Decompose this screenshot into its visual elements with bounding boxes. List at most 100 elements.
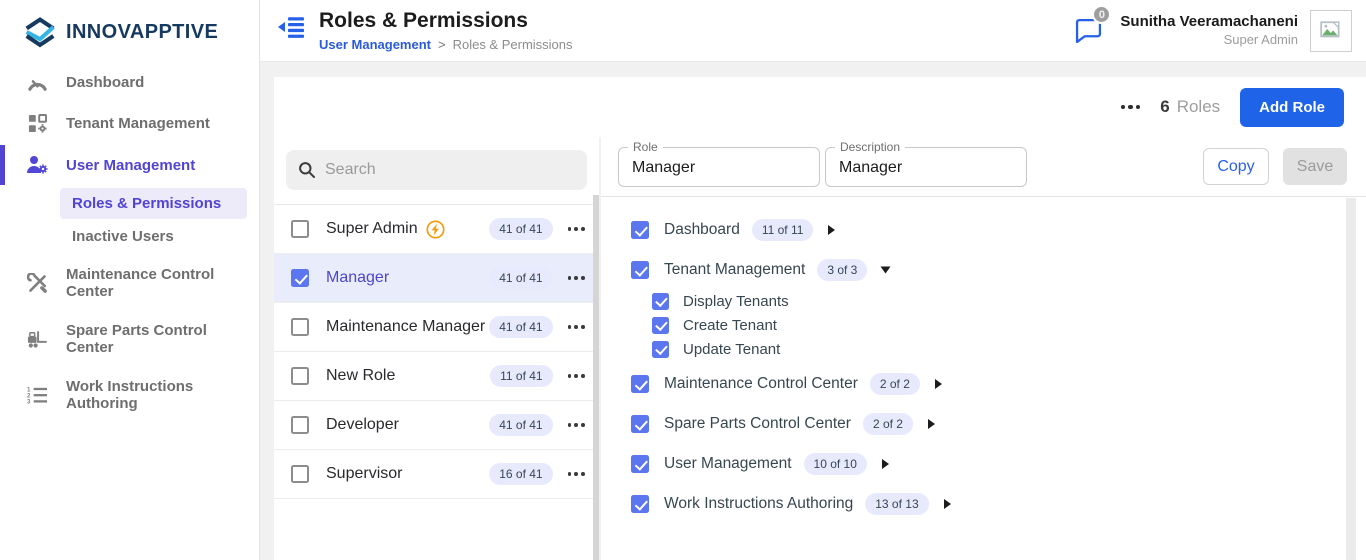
permission-checkbox[interactable] bbox=[631, 455, 649, 473]
expand-caret-icon[interactable] bbox=[935, 379, 942, 389]
permission-checkbox[interactable] bbox=[631, 375, 649, 393]
permission-checkbox[interactable] bbox=[631, 495, 649, 513]
breadcrumb-parent-link[interactable]: User Management bbox=[319, 37, 431, 52]
chat-button[interactable]: 0 bbox=[1075, 18, 1102, 43]
save-button[interactable]: Save bbox=[1283, 148, 1347, 185]
brand-name: INNOVAPPTIVE bbox=[66, 21, 218, 44]
work-instructions-icon: 1 2 3 bbox=[25, 386, 49, 404]
sidebar-nav: Dashboard Tenant Management bbox=[0, 62, 259, 423]
permission-child-label: Update Tenant bbox=[683, 341, 780, 358]
sidebar-item-roles-permissions[interactable]: Roles & Permissions bbox=[60, 188, 247, 219]
role-more-options-icon[interactable] bbox=[566, 272, 587, 284]
role-row-manager[interactable]: Manager 41 of 41 bbox=[274, 254, 599, 303]
role-checkbox[interactable] bbox=[291, 220, 309, 238]
permission-label: Work Instructions Authoring bbox=[664, 495, 853, 513]
roles-toolbar: 6 Roles Add Role bbox=[274, 77, 1366, 137]
sidebar-item-tenant-management[interactable]: Tenant Management bbox=[0, 103, 259, 144]
sidebar-item-label: User Management bbox=[66, 157, 195, 174]
sidebar-item-label: Maintenance Control Center bbox=[66, 266, 251, 300]
role-name: New Role bbox=[326, 367, 395, 385]
role-more-options-icon[interactable] bbox=[566, 223, 587, 235]
role-permission-badge: 41 of 41 bbox=[489, 414, 552, 436]
chat-badge: 0 bbox=[1092, 5, 1111, 24]
breadcrumb-current: Roles & Permissions bbox=[453, 37, 573, 52]
role-checkbox[interactable] bbox=[291, 416, 309, 434]
sidebar-item-work-instructions-authoring[interactable]: 1 2 3 Work Instructions Authoring bbox=[0, 367, 259, 423]
role-permission-badge: 41 of 41 bbox=[489, 316, 552, 338]
copy-button[interactable]: Copy bbox=[1203, 148, 1269, 185]
permission-checkbox[interactable] bbox=[631, 221, 649, 239]
roles-count-label: Roles bbox=[1177, 97, 1220, 117]
search-icon bbox=[298, 161, 316, 179]
permissions-scrollbar[interactable] bbox=[1346, 198, 1356, 560]
expand-caret-icon[interactable] bbox=[944, 499, 951, 509]
collapse-sidebar-icon[interactable] bbox=[278, 16, 305, 43]
permission-label: User Management bbox=[664, 455, 792, 473]
sidebar-item-spare-parts-control-center[interactable]: Spare Parts Control Center bbox=[0, 311, 259, 367]
brand-logo[interactable]: INNOVAPPTIVE bbox=[0, 0, 259, 48]
permission-checkbox[interactable] bbox=[631, 261, 649, 279]
permission-child-label: Display Tenants bbox=[683, 293, 789, 310]
role-checkbox[interactable] bbox=[291, 318, 309, 336]
role-row-maintenance-manager[interactable]: Maintenance Manager 41 of 41 bbox=[274, 303, 599, 352]
role-permission-badge: 41 of 41 bbox=[489, 218, 552, 240]
role-row-supervisor[interactable]: Supervisor 16 of 41 bbox=[274, 450, 599, 499]
more-options-icon[interactable] bbox=[1117, 101, 1145, 114]
permission-row-user-management: User Management 10 of 10 bbox=[631, 451, 1366, 477]
role-more-options-icon[interactable] bbox=[566, 419, 587, 431]
user-info[interactable]: Sunitha Veeramachaneni Super Admin bbox=[1120, 13, 1298, 48]
role-checkbox[interactable] bbox=[291, 367, 309, 385]
search-input[interactable] bbox=[325, 161, 575, 179]
role-row-super-admin[interactable]: Super Admin 41 of 41 bbox=[274, 205, 599, 254]
expand-caret-icon[interactable] bbox=[828, 225, 835, 235]
role-name: Maintenance Manager bbox=[326, 318, 485, 336]
sidebar-item-maintenance-control-center[interactable]: Maintenance Control Center bbox=[0, 255, 259, 311]
permission-label: Dashboard bbox=[664, 221, 740, 239]
permission-row-dashboard: Dashboard 11 of 11 bbox=[631, 217, 1366, 243]
permission-checkbox[interactable] bbox=[652, 317, 669, 334]
roles-list-panel: Super Admin 41 of 41 Manager 41 of 41 Ma… bbox=[274, 137, 599, 560]
add-role-button[interactable]: Add Role bbox=[1240, 88, 1344, 127]
svg-text:3: 3 bbox=[27, 399, 31, 404]
role-row-developer[interactable]: Developer 41 of 41 bbox=[274, 401, 599, 450]
permissions-tree: Dashboard 11 of 11 Tenant Management 3 o… bbox=[601, 197, 1366, 517]
permission-label: Maintenance Control Center bbox=[664, 375, 858, 393]
top-header: Roles & Permissions User Management>Role… bbox=[260, 0, 1366, 62]
permission-row-maintenance-control-center: Maintenance Control Center 2 of 2 bbox=[631, 371, 1366, 397]
sub-item-label: Inactive Users bbox=[72, 228, 174, 245]
permission-checkbox[interactable] bbox=[631, 415, 649, 433]
avatar[interactable] bbox=[1310, 10, 1352, 52]
tenant-management-icon bbox=[25, 114, 49, 133]
expand-caret-icon[interactable] bbox=[928, 419, 935, 429]
roles-list-scrollbar[interactable] bbox=[593, 195, 599, 560]
role-name: Super Admin bbox=[326, 220, 418, 238]
permission-count-badge: 2 of 2 bbox=[863, 413, 913, 435]
permission-checkbox[interactable] bbox=[652, 293, 669, 310]
sidebar-item-label: Spare Parts Control Center bbox=[66, 322, 251, 356]
user-name: Sunitha Veeramachaneni bbox=[1120, 13, 1298, 32]
role-more-options-icon[interactable] bbox=[566, 468, 587, 480]
role-field-label: Role bbox=[628, 140, 663, 154]
permission-row-spare-parts-control-center: Spare Parts Control Center 2 of 2 bbox=[631, 411, 1366, 437]
sidebar: INNOVAPPTIVE Dashboard bbox=[0, 0, 260, 560]
role-checkbox[interactable] bbox=[291, 465, 309, 483]
role-checkbox[interactable] bbox=[291, 269, 309, 287]
innovapptive-logo-icon bbox=[24, 16, 56, 48]
role-more-options-icon[interactable] bbox=[566, 321, 587, 333]
role-more-options-icon[interactable] bbox=[566, 370, 587, 382]
sidebar-item-inactive-users[interactable]: Inactive Users bbox=[60, 221, 247, 252]
sidebar-item-dashboard[interactable]: Dashboard bbox=[0, 62, 259, 103]
sidebar-item-user-management[interactable]: User Management bbox=[0, 144, 259, 186]
role-row-new-role[interactable]: New Role 11 of 41 bbox=[274, 352, 599, 401]
collapse-caret-icon[interactable] bbox=[881, 267, 891, 274]
page-title: Roles & Permissions bbox=[319, 9, 573, 33]
permission-child-update-tenant: Update Tenant bbox=[652, 337, 1366, 361]
user-management-icon bbox=[25, 155, 49, 175]
permission-row-tenant-management: Tenant Management 3 of 3 bbox=[631, 257, 1366, 283]
tenant-management-children: Display Tenants Create Tenant Update Ten… bbox=[652, 289, 1366, 361]
expand-caret-icon[interactable] bbox=[882, 459, 889, 469]
breadcrumb: User Management>Roles & Permissions bbox=[319, 37, 573, 52]
permission-label: Tenant Management bbox=[664, 261, 805, 279]
permission-checkbox[interactable] bbox=[652, 341, 669, 358]
permission-child-create-tenant: Create Tenant bbox=[652, 313, 1366, 337]
